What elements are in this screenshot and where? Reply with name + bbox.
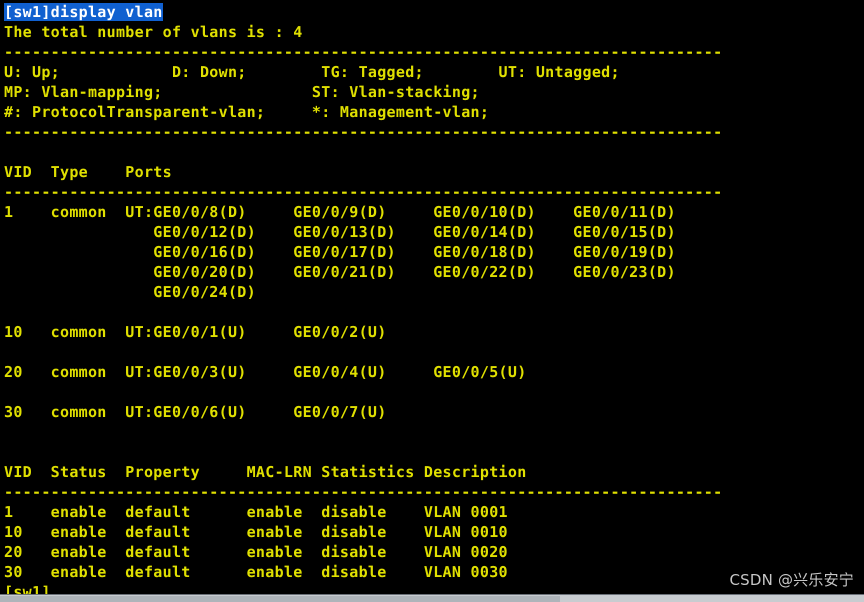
terminal-line: 20 common UT:GE0/0/3(U) GE0/0/4(U) GE0/0…: [4, 363, 527, 381]
terminal-line: ----------------------------------------…: [4, 43, 723, 61]
terminal-output-area[interactable]: [sw1]display vlan The total number of vla…: [0, 0, 864, 594]
terminal-line: ----------------------------------------…: [4, 183, 723, 201]
terminal-line: [sw1]: [4, 583, 51, 594]
terminal-line: VID Status Property MAC-LRN Statistics D…: [4, 463, 527, 481]
terminal-line: 1 common UT:GE0/0/8(D) GE0/0/9(D) GE0/0/…: [4, 203, 676, 221]
terminal-line: GE0/0/20(D) GE0/0/21(D) GE0/0/22(D) GE0/…: [4, 263, 676, 281]
terminal-line: GE0/0/24(D): [4, 283, 256, 301]
terminal-line: ----------------------------------------…: [4, 123, 723, 141]
terminal-line: GE0/0/16(D) GE0/0/17(D) GE0/0/18(D) GE0/…: [4, 243, 676, 261]
terminal-line: 1 enable default enable disable VLAN 000…: [4, 503, 508, 521]
terminal-line: VID Type Ports: [4, 163, 172, 181]
terminal-line: ----------------------------------------…: [4, 483, 723, 501]
terminal-line: 10 common UT:GE0/0/1(U) GE0/0/2(U): [4, 323, 387, 341]
terminal-line: MP: Vlan-mapping; ST: Vlan-stacking;: [4, 83, 480, 101]
terminal-line: 30 enable default enable disable VLAN 00…: [4, 563, 508, 581]
terminal-line: #: ProtocolTransparent-vlan; *: Manageme…: [4, 103, 490, 121]
terminal-line: 30 common UT:GE0/0/6(U) GE0/0/7(U): [4, 403, 387, 421]
selected-command-text: [sw1]display vlan: [4, 3, 163, 21]
terminal-line: U: Up; D: Down; TG: Tagged; UT: Untagged…: [4, 63, 620, 81]
terminal-line: 20 enable default enable disable VLAN 00…: [4, 543, 508, 561]
terminal-text-buffer[interactable]: [sw1]display vlan The total number of vla…: [0, 0, 864, 594]
horizontal-scrollbar-thumb[interactable]: [0, 596, 560, 602]
horizontal-scrollbar-track[interactable]: [0, 594, 864, 602]
terminal-line: GE0/0/12(D) GE0/0/13(D) GE0/0/14(D) GE0/…: [4, 223, 676, 241]
terminal-line: 10 enable default enable disable VLAN 00…: [4, 523, 508, 541]
terminal-line: [sw1]display vlan: [4, 2, 864, 22]
terminal-line: The total number of vlans is : 4: [4, 23, 303, 41]
terminal-window: [sw1]display vlan The total number of vla…: [0, 0, 864, 602]
